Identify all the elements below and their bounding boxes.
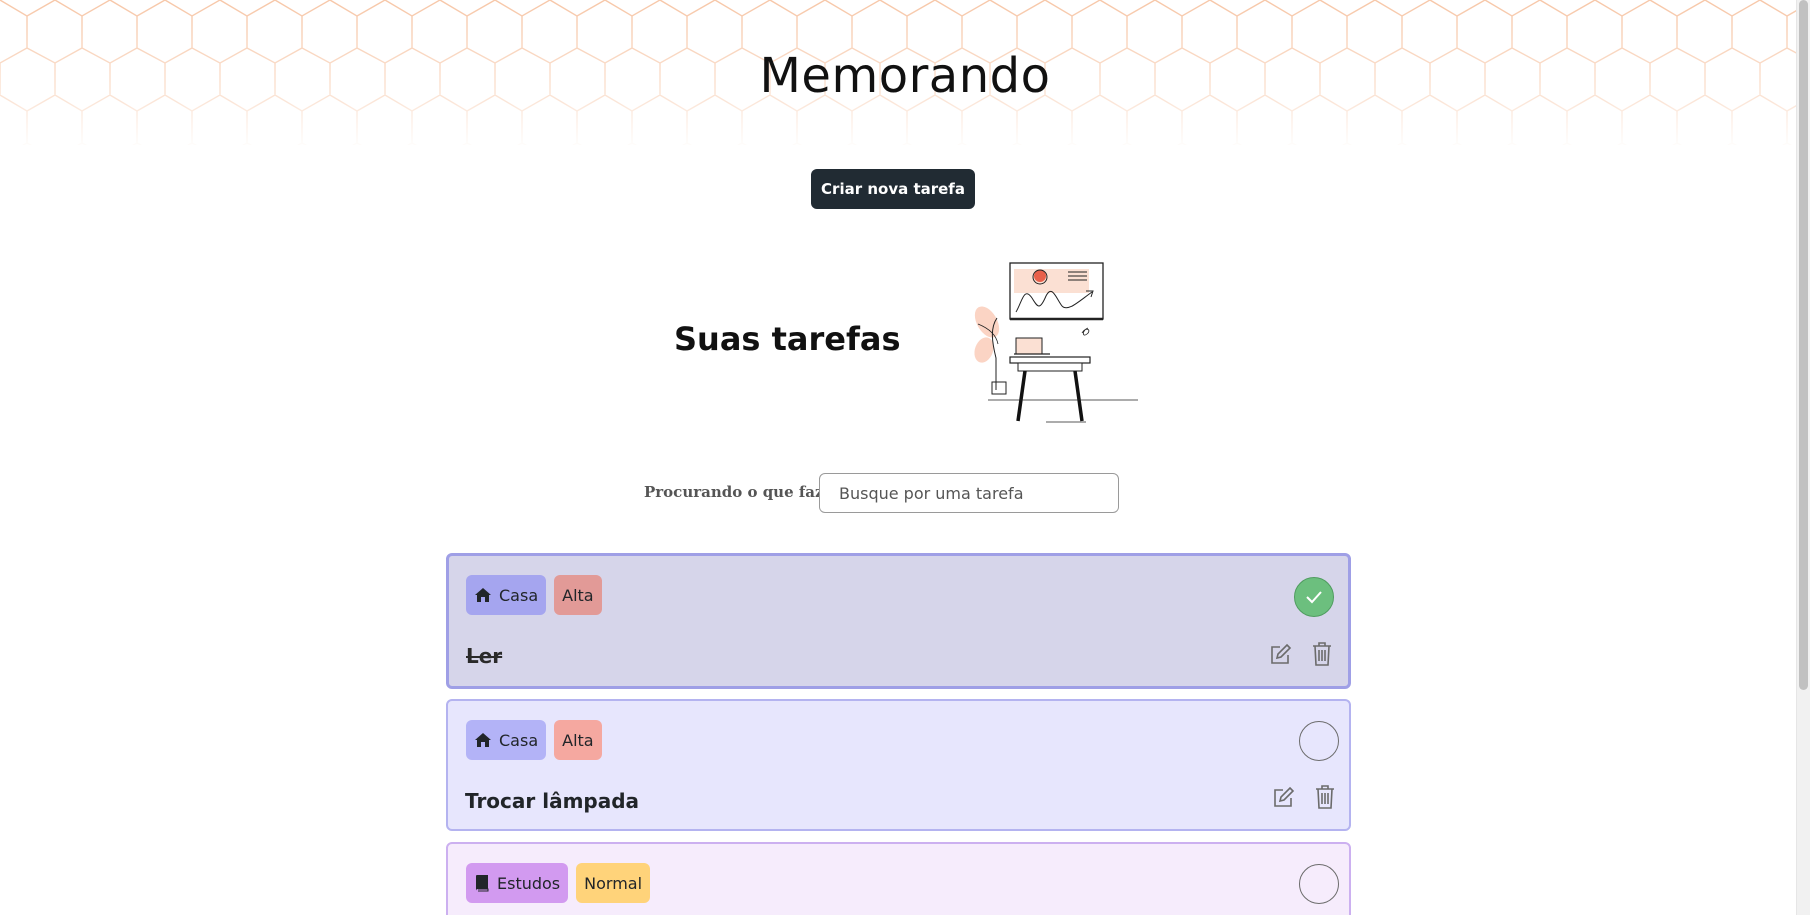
trash-icon: [1313, 642, 1331, 666]
workspace-illustration: [974, 262, 1138, 423]
task-actions: [1269, 641, 1334, 667]
category-tag: Estudos: [466, 863, 569, 903]
section-title: Suas tarefas: [674, 320, 901, 358]
category-label: Estudos: [497, 873, 561, 893]
complete-toggle-button[interactable]: [1294, 577, 1334, 617]
edit-icon: [1274, 786, 1295, 807]
task-card: Estudos Normal: [446, 842, 1351, 915]
delete-button[interactable]: [1313, 784, 1337, 810]
task-tags: Estudos Normal: [466, 863, 651, 903]
complete-toggle-button[interactable]: [1299, 864, 1339, 904]
category-label: Casa: [499, 730, 539, 750]
task-actions: [1272, 784, 1337, 810]
task-tags: Casa Alta: [466, 720, 602, 760]
book-icon: [476, 875, 489, 892]
category-tag: Casa: [466, 720, 547, 760]
home-icon: [475, 588, 491, 602]
check-icon: [1306, 591, 1322, 604]
search-input[interactable]: [819, 473, 1119, 513]
scrollbar[interactable]: [1796, 0, 1810, 915]
delete-button[interactable]: [1310, 641, 1334, 667]
complete-toggle-button[interactable]: [1299, 721, 1339, 761]
category-label: Casa: [499, 585, 539, 605]
task-name: Ler: [466, 644, 503, 668]
create-task-button[interactable]: Criar nova tarefa: [811, 169, 975, 209]
trash-icon: [1316, 785, 1334, 809]
priority-tag: Alta: [554, 720, 602, 760]
task-card: Casa Alta Trocar lâmpada: [446, 699, 1351, 831]
edit-button[interactable]: [1269, 641, 1293, 667]
home-icon: [475, 733, 491, 747]
priority-tag: Normal: [576, 863, 651, 903]
priority-tag: Alta: [554, 575, 602, 615]
scrollbar-thumb[interactable]: [1799, 0, 1808, 690]
edit-icon: [1271, 643, 1292, 664]
category-tag: Casa: [466, 575, 547, 615]
task-tags: Casa Alta: [466, 575, 602, 615]
page-title: Memorando: [759, 48, 1051, 104]
edit-button[interactable]: [1272, 784, 1296, 810]
task-name: Trocar lâmpada: [465, 789, 640, 813]
task-card: Casa Alta Ler: [446, 553, 1351, 689]
